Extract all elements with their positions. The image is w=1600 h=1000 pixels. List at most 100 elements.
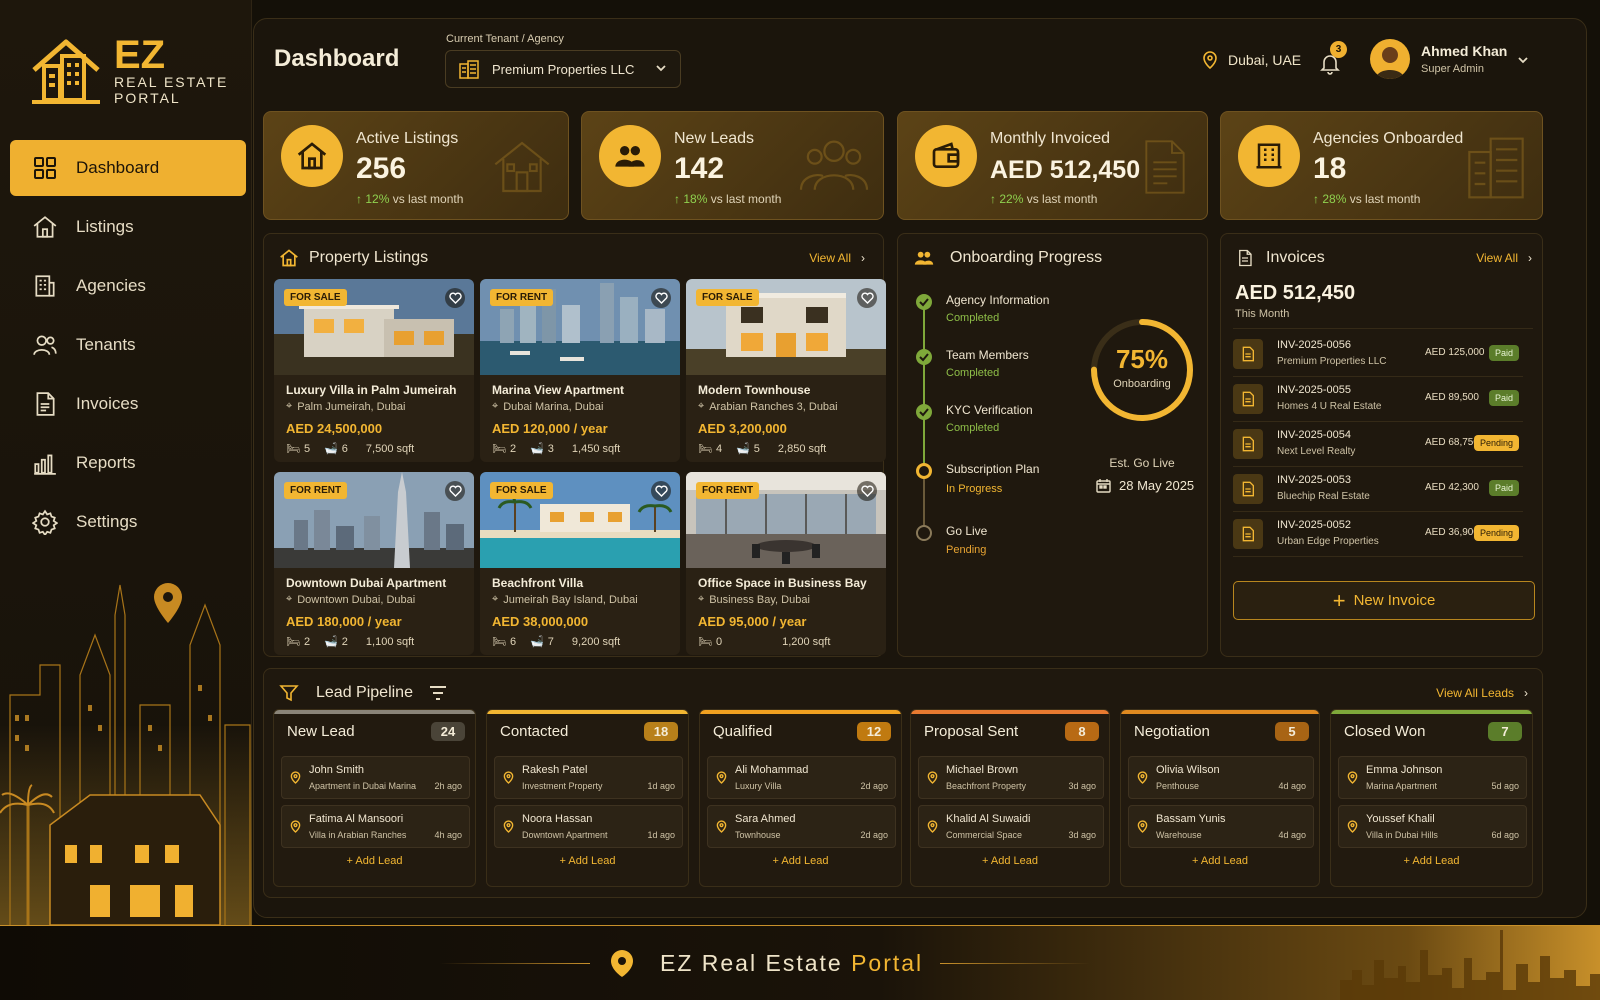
map-pin-icon [927, 771, 938, 789]
listing-card[interactable]: FOR SALE Modern Townhouse ⌖ Arabian Ranch… [686, 279, 886, 462]
panel-title: Invoices [1266, 249, 1325, 266]
lead-card[interactable]: Noora Hassan Downtown Apartment 1d ago [494, 805, 683, 848]
listing-card[interactable]: FOR SALE Luxury Villa in Palm Jumeirah ⌖… [274, 279, 474, 462]
column-color-bar [487, 710, 688, 714]
map-pin-icon [1137, 771, 1148, 789]
bar-chart-icon [32, 450, 58, 476]
lead-description: Commercial Space [946, 830, 1023, 840]
lead-card[interactable]: Youssef Khalil Villa in Dubai Hills 6d ago [1338, 805, 1527, 848]
invoice-row[interactable]: INV-2025-0054 Next Level Realty AED 68,7… [1233, 423, 1523, 467]
column-title: New Lead [287, 723, 355, 740]
map-pin-icon [1347, 820, 1358, 838]
heart-icon[interactable] [651, 288, 671, 308]
view-all-listings-link[interactable]: View All › [809, 251, 865, 265]
sidebar-item-settings[interactable]: Settings [10, 494, 246, 550]
view-all-invoices-link[interactable]: View All › [1476, 251, 1532, 265]
lead-card[interactable]: Michael Brown Beachfront Property 3d ago [918, 756, 1104, 799]
column-color-bar [1331, 710, 1532, 714]
avatar[interactable] [1370, 39, 1410, 79]
listing-location-text: Downtown Dubai, Dubai [297, 593, 416, 606]
onboarding-percent: 75% [1115, 344, 1169, 374]
users-icon [32, 332, 58, 358]
listing-location: ⌖ Palm Jumeirah, Dubai [286, 400, 405, 413]
lead-card[interactable]: Olivia Wilson Penthouse 4d ago [1128, 756, 1314, 799]
heart-icon[interactable] [445, 481, 465, 501]
sidebar-item-label: Settings [76, 512, 138, 531]
filter-icon[interactable] [428, 684, 448, 707]
lead-card[interactable]: Fatima Al Mansoori Villa in Arabian Ranch… [281, 805, 470, 848]
sidebar-item-dashboard[interactable]: Dashboard [10, 140, 246, 196]
stat-card-monthly-invoiced[interactable]: Monthly Invoiced AED 512,450 ↑ 22% vs la… [897, 111, 1208, 220]
listing-card[interactable]: FOR RENT Office Space in Business Bay ⌖ B… [686, 472, 886, 655]
add-lead-button[interactable]: + Add Lead [274, 855, 475, 867]
invoice-row[interactable]: INV-2025-0052 Urban Edge Properties AED … [1233, 513, 1523, 557]
sidebar-item-listings[interactable]: Listings [10, 199, 246, 255]
invoice-row[interactable]: INV-2025-0055 Homes 4 U Real Estate AED … [1233, 378, 1523, 422]
invoice-row[interactable]: INV-2025-0053 Bluechip Real Estate AED 4… [1233, 468, 1523, 512]
listing-card[interactable]: FOR RENT Downtown Dubai Apartment ⌖ Downt… [274, 472, 474, 655]
stat-card-new-leads[interactable]: New Leads 142 ↑ 18% vs last month [581, 111, 884, 220]
add-lead-button[interactable]: + Add Lead [911, 855, 1109, 867]
stat-card-active-listings[interactable]: Active Listings 256 ↑ 12% vs last month [263, 111, 569, 220]
new-invoice-button[interactable]: + New Invoice [1233, 581, 1535, 620]
lead-time: 4h ago [434, 830, 462, 840]
pipeline-column: Contacted 18 Rakesh Patel Investment Proper… [486, 709, 689, 887]
invoice-row[interactable]: INV-2025-0056 Premium Properties LLC AED… [1233, 333, 1523, 377]
listing-location: ⌖ Dubai Marina, Dubai [492, 400, 603, 413]
lead-card[interactable]: Sara Ahmed Townhouse 2d ago [707, 805, 896, 848]
chevron-down-icon[interactable] [1516, 53, 1530, 72]
add-lead-button[interactable]: + Add Lead [487, 855, 688, 867]
add-lead-button[interactable]: + Add Lead [1121, 855, 1319, 867]
wallet-icon [915, 125, 977, 187]
lead-card[interactable]: Khalid Al Suwaidi Commercial Space 3d ago [918, 805, 1104, 848]
map-pin-logo-icon [608, 948, 636, 983]
step-name: Subscription Plan [946, 462, 1040, 476]
heart-icon[interactable] [857, 481, 877, 501]
lead-time: 1d ago [647, 781, 675, 791]
step-name: Team Members [946, 348, 1029, 362]
logo-title: EZ [114, 33, 166, 77]
lead-card[interactable]: Emma Johnson Marina Apartment 5d ago [1338, 756, 1527, 799]
sidebar-item-agencies[interactable]: Agencies [10, 258, 246, 314]
lead-time: 2d ago [860, 830, 888, 840]
add-lead-button[interactable]: + Add Lead [1331, 855, 1532, 867]
lead-card[interactable]: Rakesh Patel Investment Property 1d ago [494, 756, 683, 799]
lead-card[interactable]: Bassam Yunis Warehouse 4d ago [1128, 805, 1314, 848]
lead-name: Bassam Yunis [1156, 813, 1226, 825]
listing-card[interactable]: FOR RENT Marina View Apartment ⌖ Dubai Ma… [480, 279, 680, 462]
location-selector[interactable]: Dubai, UAE [1202, 51, 1301, 69]
logo[interactable]: EZ REAL ESTATE PORTAL [30, 33, 228, 106]
pending-dot-icon [916, 525, 932, 541]
sidebar-item-reports[interactable]: Reports [10, 435, 246, 491]
lead-card[interactable]: Ali Mohammad Luxury Villa 2d ago [707, 756, 896, 799]
lead-time: 5d ago [1491, 781, 1519, 791]
lead-name: Noora Hassan [522, 813, 593, 825]
column-count-badge: 12 [857, 722, 891, 741]
status-badge: Pending [1473, 525, 1519, 541]
step-name: Go Live [946, 524, 988, 538]
chevron-right-icon: › [1524, 686, 1528, 700]
column-color-bar [274, 710, 475, 714]
heart-icon[interactable] [651, 481, 671, 501]
listing-card[interactable]: FOR SALE Beachfront Villa ⌖ Jumeirah Bay … [480, 472, 680, 655]
chevron-right-icon: › [1528, 251, 1532, 265]
view-all-leads-link[interactable]: View All Leads › [1436, 686, 1528, 700]
heart-icon[interactable] [857, 288, 877, 308]
sidebar-item-tenants[interactable]: Tenants [10, 317, 246, 373]
stat-card-agencies-onboarded[interactable]: Agencies Onboarded 18 ↑ 28% vs last mont… [1220, 111, 1543, 220]
logo-subtitle-2: PORTAL [114, 90, 181, 106]
listing-area: 9,200 sqft [571, 635, 621, 648]
footer-title: EZ Real Estate Portal [660, 950, 923, 977]
stat-change-suffix: vs last month [1026, 192, 1098, 206]
tenant-select[interactable]: Premium Properties LLC [445, 50, 681, 88]
lead-time: 4d ago [1278, 830, 1306, 840]
sidebar-item-invoices[interactable]: Invoices [10, 376, 246, 432]
user-name[interactable]: Ahmed Khan [1421, 43, 1507, 59]
heart-icon[interactable] [445, 288, 465, 308]
add-lead-button[interactable]: + Add Lead [700, 855, 901, 867]
stat-change-suffix: vs last month [1349, 192, 1421, 206]
lead-name: Sara Ahmed [735, 813, 796, 825]
sidebar-item-label: Agencies [76, 276, 146, 295]
lead-card[interactable]: John Smith Apartment in Dubai Marina 2h ag… [281, 756, 470, 799]
invoice-number: INV-2025-0053 [1277, 474, 1351, 486]
